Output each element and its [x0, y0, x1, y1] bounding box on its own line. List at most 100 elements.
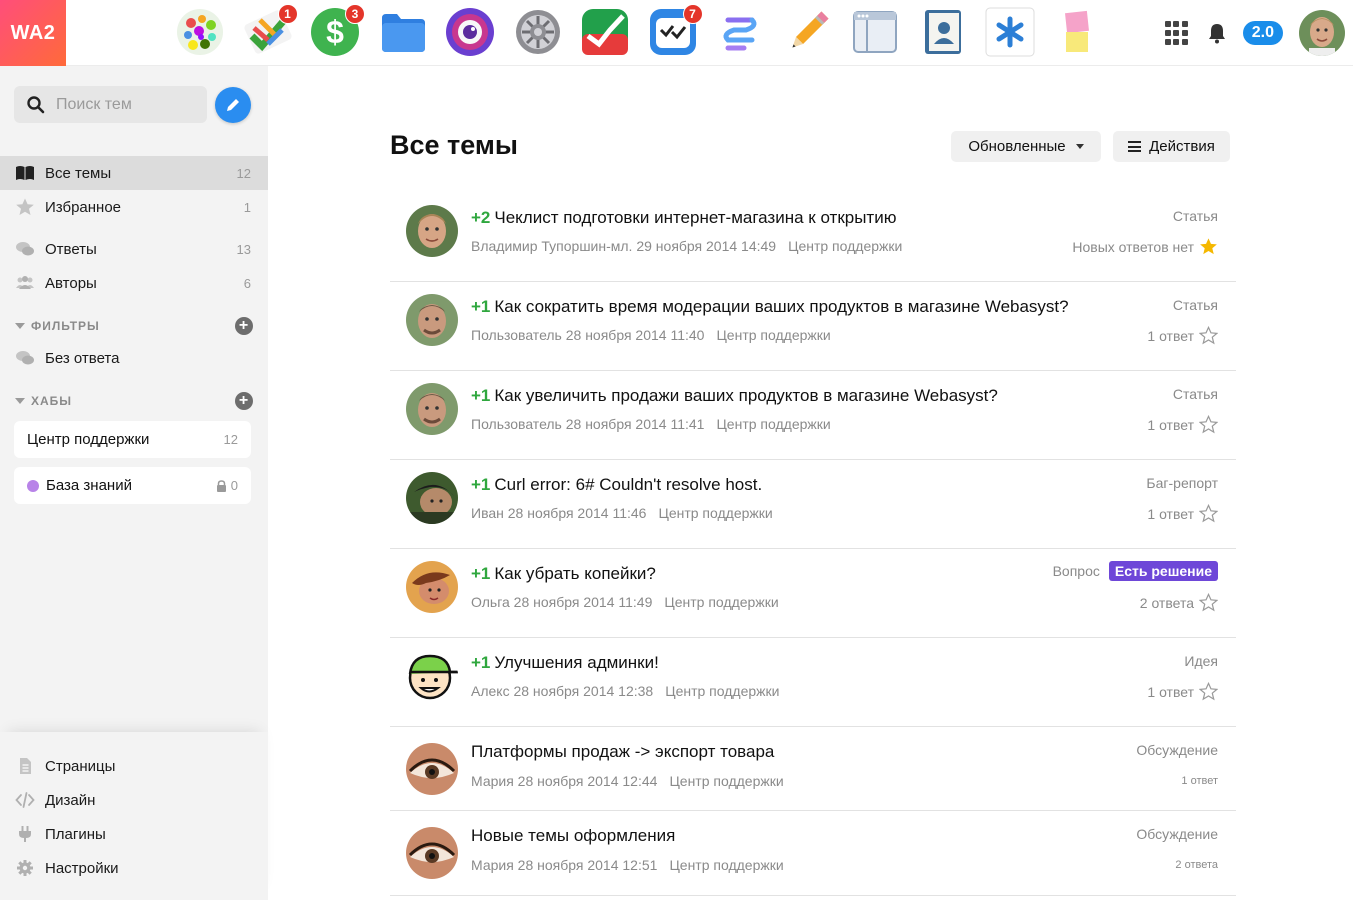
topic-row[interactable]: +1 Как убрать копейки? Ольга 28 ноября 20… [390, 549, 1236, 638]
topic-row[interactable]: +1 Как увеличить продажи ваших продуктов … [390, 371, 1236, 460]
topic-meta: Ольга 28 ноября 2014 11:49 Центр поддержк… [471, 594, 779, 610]
topic-hub-link[interactable]: Центр поддержки [658, 505, 772, 521]
site-builder-app-icon[interactable] [849, 6, 901, 58]
hub-support-center[interactable]: Центр поддержки 12 [14, 421, 251, 458]
search-icon [27, 95, 45, 113]
hubs-section-header[interactable]: ХАБЫ + [15, 391, 253, 411]
caret-down-icon [15, 398, 25, 404]
topic-title[interactable]: Платформы продаж -> экспорт товара [471, 742, 774, 762]
topic-hub-link[interactable]: Центр поддержки [664, 594, 778, 610]
lock-icon [216, 479, 226, 492]
topic-title[interactable]: +1 Как сократить время модерации ваших пр… [471, 297, 1069, 317]
actions-button[interactable]: Действия [1113, 131, 1230, 162]
sidebar-item-answers[interactable]: Ответы 13 [0, 232, 268, 266]
topic-meta: Пользователь 28 ноября 2014 11:41 Центр п… [471, 416, 831, 432]
topic-row[interactable]: +1 Curl error: 6# Couldn't resolve host. … [390, 460, 1236, 549]
favorite-star-icon[interactable] [1199, 415, 1218, 434]
solved-badge: Есть решение [1108, 561, 1218, 581]
author-avatar[interactable] [406, 561, 458, 613]
author-avatar[interactable] [406, 294, 458, 346]
topic-row[interactable]: +1 Как сократить время модерации ваших пр… [390, 282, 1236, 371]
user-avatar[interactable] [1299, 10, 1345, 56]
topic-row[interactable]: +2 Чеклист подготовки интернет-магазина к… [390, 193, 1236, 282]
apps-grid-icon[interactable] [1164, 21, 1189, 45]
cash-flow-app-icon[interactable] [579, 6, 631, 58]
files-app-icon[interactable] [377, 6, 429, 58]
sidebar-item-label: Плагины [45, 825, 106, 843]
topic-row[interactable]: Платформы продаж -> экспорт товара Мария… [390, 727, 1236, 811]
wa2-logo[interactable]: WA2 [0, 0, 66, 66]
sidebar-item-count: 13 [236, 241, 251, 257]
photos-app-icon[interactable] [444, 6, 496, 58]
favorite-star-icon[interactable] [1199, 593, 1218, 612]
version-badge[interactable]: 2.0 [1242, 21, 1283, 45]
topic-hub-link[interactable]: Центр поддержки [665, 683, 779, 699]
site-app-icon[interactable] [174, 6, 226, 58]
sidebar-item-no-answer[interactable]: Без ответа [0, 341, 268, 375]
topic-title[interactable]: +2 Чеклист подготовки интернет-магазина к… [471, 208, 896, 228]
users-icon [15, 273, 35, 293]
topic-hub-link[interactable]: Центр поддержки [716, 327, 830, 343]
helpdesk-app-icon[interactable] [984, 6, 1036, 58]
topic-title[interactable]: +1 Улучшения админки! [471, 653, 659, 673]
favorite-star-icon[interactable] [1199, 237, 1218, 256]
sidebar-item-authors[interactable]: Авторы 6 [0, 266, 268, 300]
topic-author-date: Ольга 28 ноября 2014 11:49 [471, 594, 653, 610]
sidebar-item-all-topics[interactable]: Все темы 12 [0, 156, 268, 190]
topic-title[interactable]: Новые темы оформления [471, 826, 675, 846]
sidebar-item-favorites[interactable]: Избранное 1 [0, 190, 268, 224]
sidebar-item-pages[interactable]: Страницы [0, 749, 268, 783]
topic-hub-link[interactable]: Центр поддержки [788, 238, 902, 254]
topic-title[interactable]: +1 Как убрать копейки? [471, 564, 656, 584]
favorite-star-icon[interactable] [1199, 682, 1218, 701]
topic-author-date: Мария 28 ноября 2014 12:44 [471, 773, 658, 789]
favorite-star-icon[interactable] [1199, 326, 1218, 345]
checklists-app-icon[interactable]: 7 [647, 4, 703, 58]
add-filter-icon[interactable]: + [235, 317, 253, 335]
topic-row[interactable]: +1 Улучшения админки! Алекс 28 ноября 201… [390, 638, 1236, 727]
sidebar-item-label: Избранное [45, 198, 122, 216]
topic-type: Баг-репорт [1146, 475, 1218, 491]
author-avatar[interactable] [406, 383, 458, 435]
topic-votes: +1 [471, 564, 491, 583]
add-hub-icon[interactable]: + [235, 392, 253, 410]
sort-dropdown[interactable]: Обновленные [951, 131, 1101, 162]
hub-app-icon[interactable] [714, 6, 766, 58]
tasks-app-icon[interactable]: 1 [242, 4, 298, 58]
topic-title[interactable]: +1 Curl error: 6# Couldn't resolve host. [471, 475, 762, 495]
money-app-icon[interactable]: $ 3 [309, 4, 365, 58]
topic-type-label: Обсуждение [1136, 826, 1218, 842]
topic-type-label: Баг-репорт [1146, 475, 1218, 491]
topic-votes: +1 [471, 653, 491, 672]
new-topic-button[interactable] [215, 87, 251, 123]
sidebar-item-label: Настройки [45, 859, 119, 877]
author-avatar[interactable] [406, 205, 458, 257]
author-avatar[interactable] [406, 650, 458, 702]
notes-pencil-app-icon[interactable] [782, 6, 834, 58]
filters-section-header[interactable]: ФИЛЬТРЫ + [15, 316, 253, 336]
author-avatar[interactable] [406, 827, 458, 879]
sidebar-item-plugins[interactable]: Плагины [0, 817, 268, 851]
bell-icon[interactable] [1205, 21, 1229, 45]
search-input[interactable] [56, 95, 196, 114]
topic-hub-link[interactable]: Центр поддержки [716, 416, 830, 432]
hub-knowledge-base[interactable]: База знаний 0 [14, 467, 251, 504]
settings-app-icon[interactable] [512, 6, 564, 58]
topic-replies-label: 1 ответ [1147, 505, 1194, 522]
topic-hub-link[interactable]: Центр поддержки [669, 857, 783, 873]
comments-icon [15, 239, 35, 259]
favorite-star-icon[interactable] [1199, 504, 1218, 523]
author-avatar[interactable] [406, 743, 458, 795]
stickies-app-icon[interactable] [1052, 6, 1104, 58]
sidebar-item-settings[interactable]: Настройки [0, 851, 268, 885]
author-avatar[interactable] [406, 472, 458, 524]
sidebar-item-design[interactable]: Дизайн [0, 783, 268, 817]
topic-row[interactable]: Новые темы оформления Мария 28 ноября 20… [390, 811, 1236, 896]
filters-heading: ФИЛЬТРЫ [31, 319, 100, 333]
topic-hub-link[interactable]: Центр поддержки [669, 773, 783, 789]
topic-replies-label: Новых ответов нет [1072, 238, 1194, 255]
topic-title[interactable]: +1 Как увеличить продажи ваших продуктов … [471, 386, 998, 406]
contacts-app-icon[interactable] [917, 6, 969, 58]
topic-list: +2 Чеклист подготовки интернет-магазина к… [390, 193, 1236, 896]
search-box[interactable] [14, 86, 207, 123]
